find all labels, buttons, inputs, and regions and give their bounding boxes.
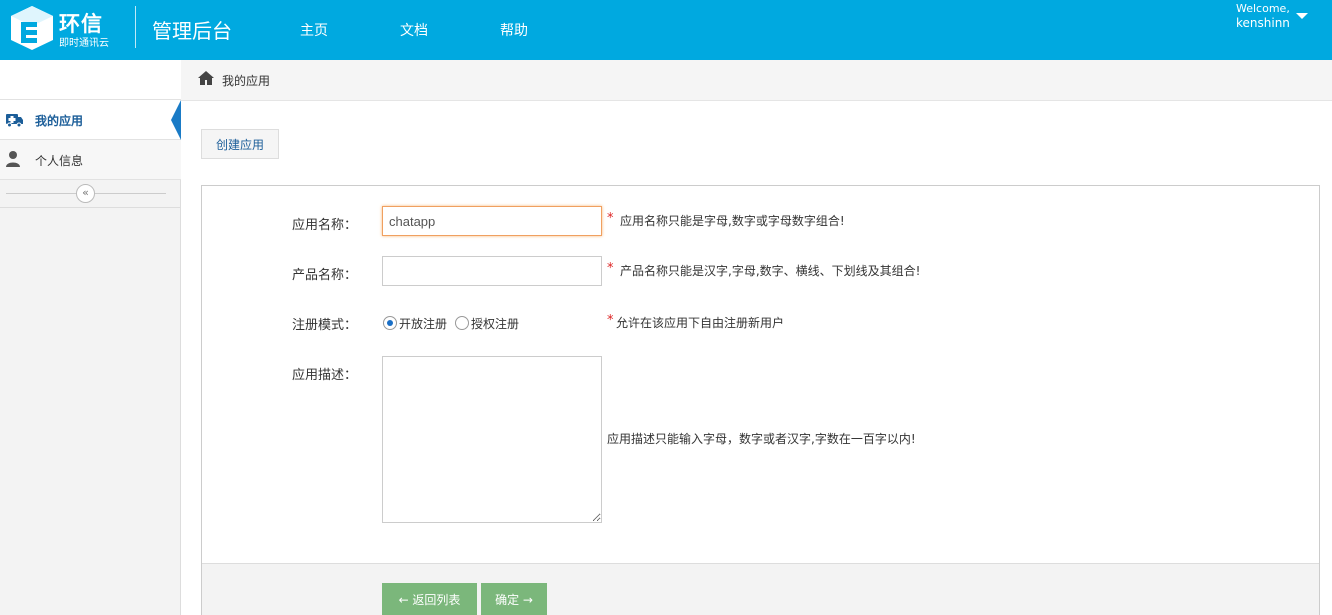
breadcrumb: 我的应用: [181, 60, 1332, 101]
chevron-down-icon[interactable]: [1296, 13, 1308, 19]
sidebar-item-label: 个人信息: [35, 154, 84, 168]
radio-open-register[interactable]: [383, 316, 397, 330]
create-app-form: 应用名称： * 应用名称只能是字母,数字或字母数字组合! 产品名称： * 产品名…: [201, 185, 1320, 615]
top-header: 环信 即时通讯云 管理后台 主页 文档 帮助 Welcome, kenshinn: [0, 0, 1332, 60]
required-mark: *: [607, 313, 614, 328]
register-mode-label: 注册模式：: [292, 318, 358, 333]
radio-auth-register[interactable]: [455, 316, 469, 330]
app-name-input[interactable]: [382, 206, 602, 236]
sidebar-item-profile[interactable]: 个人信息: [0, 140, 181, 180]
app-name-hint: 应用名称只能是字母,数字或字母数字组合!: [620, 214, 845, 228]
product-name-hint: 产品名称只能是汉字,字母,数字、横线、下划线及其组合!: [620, 264, 921, 278]
app-name-label: 应用名称：: [292, 218, 358, 233]
username[interactable]: kenshinn: [1236, 16, 1290, 30]
header-title: 管理后台: [152, 19, 232, 43]
product-name-label: 产品名称：: [292, 268, 358, 283]
sidebar-item-my-apps[interactable]: 我的应用: [0, 100, 181, 140]
create-app-button[interactable]: 创建应用: [201, 129, 279, 159]
product-name-input[interactable]: [382, 256, 602, 286]
home-icon[interactable]: [197, 70, 215, 86]
ambulance-icon: [6, 114, 23, 128]
nav-docs[interactable]: 文档: [400, 20, 428, 40]
register-mode-hint: 允许在该应用下自由注册新用户: [616, 316, 785, 330]
required-mark: *: [607, 211, 614, 226]
sidebar-divider: [0, 207, 181, 208]
required-mark: *: [607, 261, 614, 276]
nav-help[interactable]: 帮助: [500, 20, 528, 40]
welcome-text: Welcome,: [1236, 2, 1290, 15]
logo[interactable]: 环信 即时通讯云: [10, 5, 130, 53]
collapse-sidebar-button[interactable]: «: [76, 184, 95, 203]
description-label: 应用描述：: [292, 368, 358, 383]
user-icon: [6, 151, 20, 167]
back-to-list-button[interactable]: ← 返回列表: [382, 583, 477, 615]
logo-cube-icon: [11, 6, 53, 50]
sidebar: 我的应用 个人信息 «: [0, 60, 181, 615]
logo-subtitle: 即时通讯云: [59, 38, 109, 49]
description-hint: 应用描述只能输入字母，数字或者汉字,字数在一百字以内!: [607, 432, 916, 446]
form-actions: ← 返回列表 确定 →: [202, 563, 1319, 615]
radio-auth-register-label[interactable]: 授权注册: [471, 315, 519, 332]
active-indicator: [171, 100, 181, 140]
description-textarea[interactable]: [382, 356, 602, 523]
sidebar-top-spacer: [0, 60, 181, 100]
header-divider: [135, 6, 136, 48]
radio-open-register-label[interactable]: 开放注册: [399, 315, 447, 332]
sidebar-item-label: 我的应用: [35, 114, 84, 128]
breadcrumb-current: 我的应用: [222, 74, 271, 88]
confirm-button[interactable]: 确定 →: [481, 583, 547, 615]
nav-home[interactable]: 主页: [300, 20, 328, 40]
